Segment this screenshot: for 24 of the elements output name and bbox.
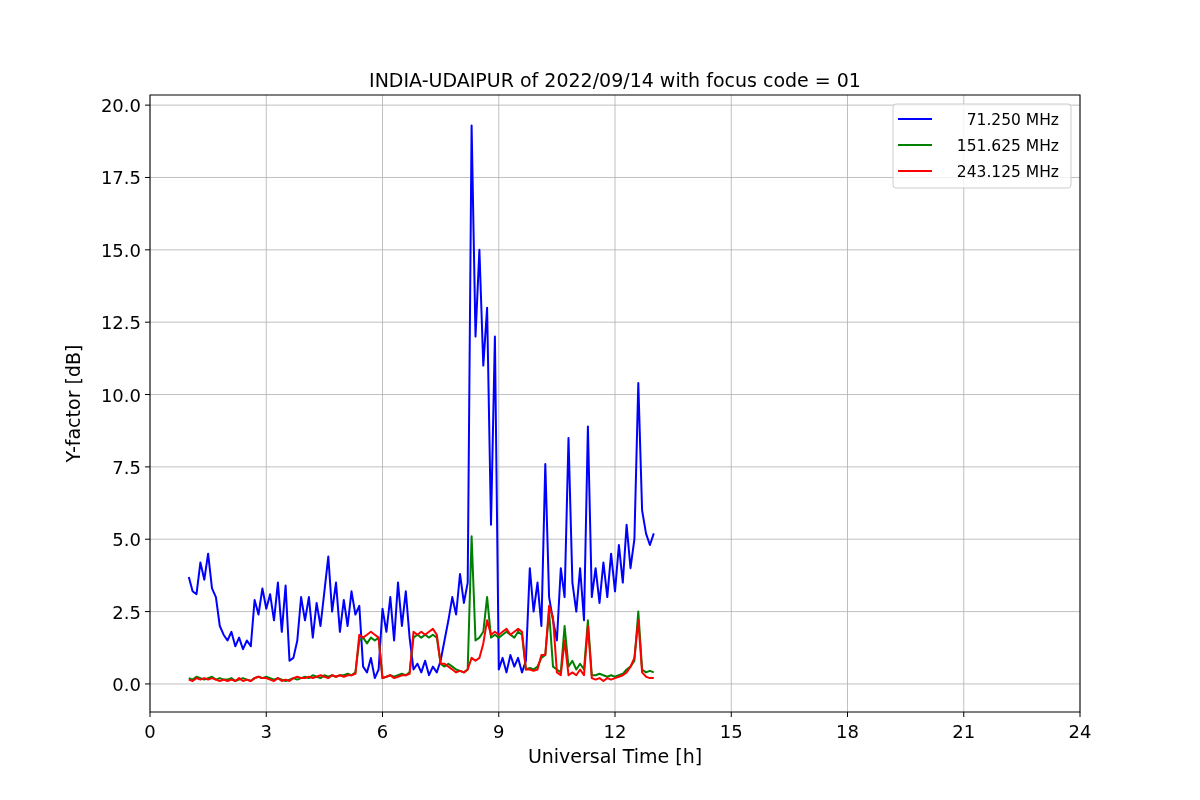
y-tick-label: 17.5 — [100, 167, 141, 189]
x-tick-label: 12 — [603, 721, 627, 742]
y-tick-label: 10.0 — [100, 384, 141, 406]
chart-title: INDIA-UDAIPUR of 2022/09/14 with focus code = 01 — [369, 69, 861, 91]
y-tick-label: 15.0 — [100, 239, 141, 261]
y-axis-label: Y-factor [dB] — [62, 344, 84, 463]
x-axis-label: Universal Time [h] — [527, 745, 703, 767]
y-tick-label: 7.5 — [112, 456, 141, 478]
y-tick-label: 0.0 — [112, 673, 141, 695]
x-tick-label: 0 — [144, 721, 156, 742]
legend-label: 71.250 MHz — [966, 111, 1059, 129]
x-tick-label: 21 — [952, 721, 976, 742]
legend-label: 243.125 MHz — [956, 163, 1059, 181]
y-tick-label: 2.5 — [112, 601, 141, 623]
x-tick-label: 6 — [376, 721, 389, 742]
x-tick-label: 3 — [260, 721, 272, 742]
y-tick-label: 20.0 — [100, 95, 141, 117]
y-tick-label: 12.5 — [100, 312, 141, 334]
legend-label: 151.625 MHz — [956, 137, 1059, 155]
x-tick-label: 15 — [719, 721, 743, 742]
x-tick-label: 18 — [836, 721, 859, 742]
x-tick-label: 24 — [1068, 721, 1092, 742]
y-tick-label: 5.0 — [112, 529, 141, 551]
x-tick-label: 9 — [493, 721, 505, 742]
